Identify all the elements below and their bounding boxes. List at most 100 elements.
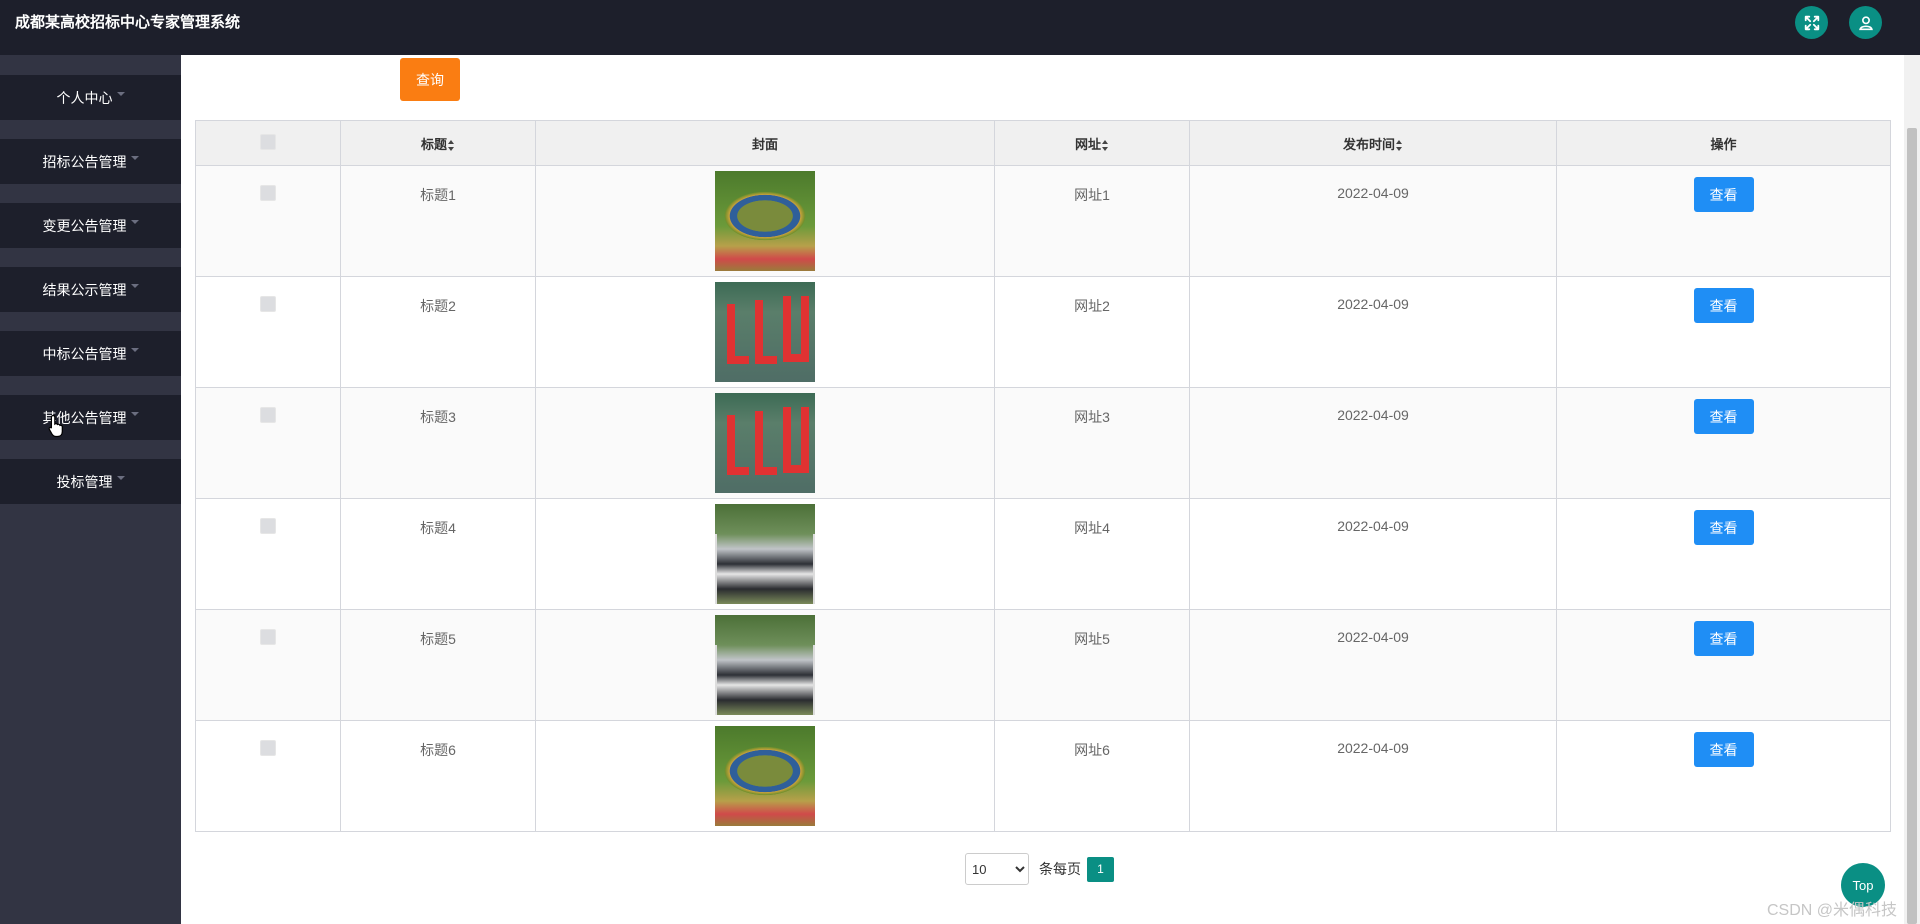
fullscreen-icon[interactable]: [1795, 6, 1828, 39]
date-cell: 2022-04-09: [1189, 165, 1557, 277]
sort-icon[interactable]: [1396, 139, 1403, 151]
caret-down-icon: [130, 155, 139, 160]
title-cell: 标题5: [340, 609, 536, 721]
actions-cell: 查看: [1556, 498, 1891, 610]
sidebar-item-label: 变更公告管理: [42, 217, 127, 234]
column-header-label: 封面: [751, 136, 778, 152]
table-row: 标题4 网址4 2022-04-09 查看: [195, 498, 1891, 610]
view-button[interactable]: 查看: [1693, 732, 1754, 767]
row-select-cell: [195, 609, 341, 721]
sidebar-item-label: 招标公告管理: [42, 153, 127, 170]
page-size-select[interactable]: 10: [965, 853, 1029, 885]
watermark: CSDN @米偶科技: [1767, 902, 1898, 919]
column-header-date[interactable]: 发布时间: [1189, 120, 1557, 166]
actions-cell: 查看: [1556, 165, 1891, 277]
actions-cell: 查看: [1556, 720, 1891, 832]
title-cell: 标题1: [340, 165, 536, 277]
select-all-checkbox[interactable]: [260, 133, 276, 150]
scrollbar-thumb[interactable]: [1907, 128, 1917, 924]
table-row: 标题6 网址6 2022-04-09 查看: [195, 720, 1891, 832]
view-button[interactable]: 查看: [1693, 399, 1754, 434]
row-select-cell: [195, 498, 341, 610]
cover-image: [715, 171, 815, 271]
table-row: 标题3 网址3 2022-04-09 查看: [195, 387, 1891, 499]
row-select-cell: [195, 276, 341, 388]
cover-image: [715, 393, 815, 493]
row-select-cell: [195, 720, 341, 832]
column-header-url[interactable]: 网址: [994, 120, 1190, 166]
cover-image: [715, 615, 815, 715]
row-checkbox[interactable]: [260, 296, 276, 312]
actions-cell: 查看: [1556, 387, 1891, 499]
title-cell: 标题3: [340, 387, 536, 499]
query-button[interactable]: 查询: [400, 58, 460, 101]
row-checkbox[interactable]: [260, 518, 276, 534]
sidebar-item-personal-center[interactable]: 个人中心: [0, 75, 181, 120]
top-bar: 成都某高校招标中心专家管理系统: [0, 0, 1920, 55]
view-button[interactable]: 查看: [1693, 510, 1754, 545]
column-header-label: 发布时间: [1342, 136, 1395, 152]
date-cell: 2022-04-09: [1189, 609, 1557, 721]
cover-image: [715, 504, 815, 604]
sort-icon[interactable]: [448, 139, 455, 151]
page-number-button[interactable]: 1: [1087, 856, 1114, 882]
sidebar-item-label: 投标管理: [56, 473, 113, 490]
column-header-actions: 操作: [1556, 120, 1891, 166]
caret-down-icon: [130, 283, 139, 288]
sidebar-item-change-notice[interactable]: 变更公告管理: [0, 203, 181, 248]
row-checkbox[interactable]: [260, 740, 276, 756]
page-size-label: 条每页: [1039, 861, 1081, 877]
actions-cell: 查看: [1556, 276, 1891, 388]
sidebar-item-award-notice[interactable]: 中标公告管理: [0, 331, 181, 376]
url-cell: 网址6: [994, 720, 1190, 832]
select-all-header: [195, 120, 341, 166]
caret-down-icon: [130, 347, 139, 352]
table-row: 标题5 网址5 2022-04-09 查看: [195, 609, 1891, 721]
cover-cell: [535, 720, 995, 832]
date-cell: 2022-04-09: [1189, 276, 1557, 388]
table-row: 标题2 网址2 2022-04-09 查看: [195, 276, 1891, 388]
row-checkbox[interactable]: [260, 629, 276, 645]
user-icon[interactable]: [1849, 6, 1882, 39]
title-cell: 标题2: [340, 276, 536, 388]
cover-cell: [535, 276, 995, 388]
row-checkbox[interactable]: [260, 407, 276, 423]
column-header-title[interactable]: 标题: [340, 120, 536, 166]
cover-image: [715, 282, 815, 382]
caret-down-icon: [116, 91, 125, 96]
app-title: 成都某高校招标中心专家管理系统: [15, 14, 241, 31]
sidebar-item-bid-management[interactable]: 投标管理: [0, 459, 181, 504]
column-header-label: 操作: [1710, 136, 1737, 152]
row-select-cell: [195, 387, 341, 499]
cover-image: [715, 726, 815, 826]
sidebar-item-label: 中标公告管理: [42, 345, 127, 362]
sort-icon[interactable]: [1102, 139, 1109, 151]
title-cell: 标题6: [340, 720, 536, 832]
view-button[interactable]: 查看: [1693, 288, 1754, 323]
sidebar-item-label: 结果公示管理: [42, 281, 127, 298]
caret-down-icon: [130, 411, 139, 416]
url-cell: 网址4: [994, 498, 1190, 610]
hand-cursor-icon: [48, 414, 63, 438]
column-header-cover: 封面: [535, 120, 995, 166]
table-row: 标题1 网址1 2022-04-09 查看: [195, 165, 1891, 277]
actions-cell: 查看: [1556, 609, 1891, 721]
url-cell: 网址3: [994, 387, 1190, 499]
date-cell: 2022-04-09: [1189, 720, 1557, 832]
cover-cell: [535, 609, 995, 721]
sidebar-item-result-publicity[interactable]: 结果公示管理: [0, 267, 181, 312]
pagination: 10 条每页 1: [965, 853, 1114, 885]
column-header-label: 网址: [1074, 136, 1101, 152]
column-header-label: 标题: [420, 136, 447, 152]
date-cell: 2022-04-09: [1189, 498, 1557, 610]
view-button[interactable]: 查看: [1693, 177, 1754, 212]
row-checkbox[interactable]: [260, 185, 276, 201]
cover-cell: [535, 498, 995, 610]
view-button[interactable]: 查看: [1693, 621, 1754, 656]
cover-cell: [535, 165, 995, 277]
sidebar-item-label: 个人中心: [56, 89, 113, 106]
sidebar-item-tender-notice[interactable]: 招标公告管理: [0, 139, 181, 184]
sidebar-item-other-notice[interactable]: 其他公告管理: [0, 395, 181, 440]
caret-down-icon: [116, 475, 125, 480]
data-table: 标题 封面 网址 发布时间 操作 标题1 网址1 2022-04-09 查看 标…: [195, 120, 1891, 832]
